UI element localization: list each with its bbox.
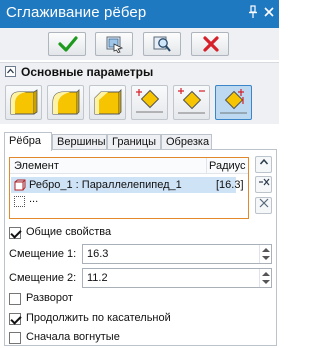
fillet-setback-icon (178, 88, 205, 114)
collapse-icon[interactable] (5, 66, 16, 77)
close-icon[interactable] (262, 5, 276, 21)
row-element: Ребро_1 : Параллелепипед_1 (29, 179, 182, 191)
row-element-placeholder: ... (29, 193, 39, 205)
ok-button[interactable] (48, 32, 86, 56)
edge-table[interactable]: Элемент Радиус Ребро_1 : Параллелепипед_… (9, 157, 249, 219)
common-props-checkbox[interactable] (9, 227, 21, 239)
empty-element-icon (14, 196, 25, 207)
fillet-chord-icon (94, 89, 122, 115)
fillet-round-icon (10, 89, 38, 115)
tab-vertices[interactable]: Вершины (52, 134, 107, 150)
remove-icon (258, 178, 269, 186)
cross-icon (203, 36, 219, 52)
common-props-label: Общие свойства (26, 226, 112, 238)
fillet-mode-6-button[interactable] (215, 85, 252, 120)
apply-preview-button[interactable] (95, 32, 133, 56)
reverse-label: Разворот (26, 292, 73, 304)
concave-first-label: Сначала вогнутые (26, 331, 120, 343)
chevron-up-icon (259, 158, 268, 165)
spin-arrows[interactable] (259, 269, 271, 287)
tab-boundaries[interactable]: Границы (107, 134, 161, 150)
fillet-mode-bar (0, 80, 279, 124)
column-header-element[interactable]: Элемент (10, 158, 206, 174)
section-title: Основные параметры (21, 65, 154, 79)
magnifier-icon (153, 36, 171, 52)
check-icon (58, 36, 78, 52)
row-radius: [16.3] (216, 179, 244, 191)
fillet-mode-3-button[interactable] (89, 85, 126, 120)
offset2-label: Смещение 2: (9, 272, 77, 284)
clear-list-button[interactable] (255, 197, 272, 214)
title-bar: Сглаживание рёбер (0, 0, 279, 28)
tab-strip: Рёбра Вершины Границы Обрезка (0, 132, 279, 151)
cancel-button[interactable] (191, 32, 229, 56)
fillet-mode-4-button[interactable] (131, 85, 168, 120)
fillet-mode-1-button[interactable] (5, 85, 42, 120)
preview-icon (106, 36, 124, 53)
fillet-conic-icon (52, 89, 80, 115)
tangent-continue-checkbox[interactable] (9, 313, 21, 325)
offset1-label: Смещение 1: (9, 248, 77, 260)
tab-edges[interactable]: Рёбра (4, 132, 52, 151)
spin-arrows[interactable] (259, 245, 271, 263)
edge-icon (14, 179, 26, 191)
offset1-value: 16.3 (87, 248, 109, 260)
fillet-mode-5-button[interactable] (173, 85, 210, 120)
tab-trim[interactable]: Обрезка (161, 134, 212, 150)
window-title: Сглаживание рёбер (6, 4, 147, 21)
tangent-continue-label: Продолжить по касательной (26, 312, 171, 324)
table-row[interactable]: Ребро_1 : Параллелепипед_1 (11, 177, 236, 193)
move-up-button[interactable] (255, 156, 272, 173)
pin-icon[interactable] (246, 5, 260, 21)
remove-item-button[interactable] (255, 176, 272, 193)
action-bar (0, 28, 279, 60)
column-header-radius[interactable]: Радиус (206, 158, 248, 174)
concave-first-checkbox[interactable] (9, 332, 21, 344)
fillet-vertex-icon (136, 89, 163, 113)
offset2-value: 11.2 (87, 272, 108, 284)
offset2-spinbox[interactable]: 11.2 (82, 268, 272, 288)
zoom-preview-button[interactable] (143, 32, 181, 56)
table-row[interactable]: ... (11, 193, 201, 210)
section-header-main-params[interactable]: Основные параметры (0, 62, 279, 80)
offset1-spinbox[interactable]: 16.3 (82, 244, 272, 264)
clear-icon (259, 198, 268, 208)
fillet-mode-2-button[interactable] (47, 85, 84, 120)
fillet-variable-icon (220, 89, 247, 114)
reverse-checkbox[interactable] (9, 293, 21, 305)
